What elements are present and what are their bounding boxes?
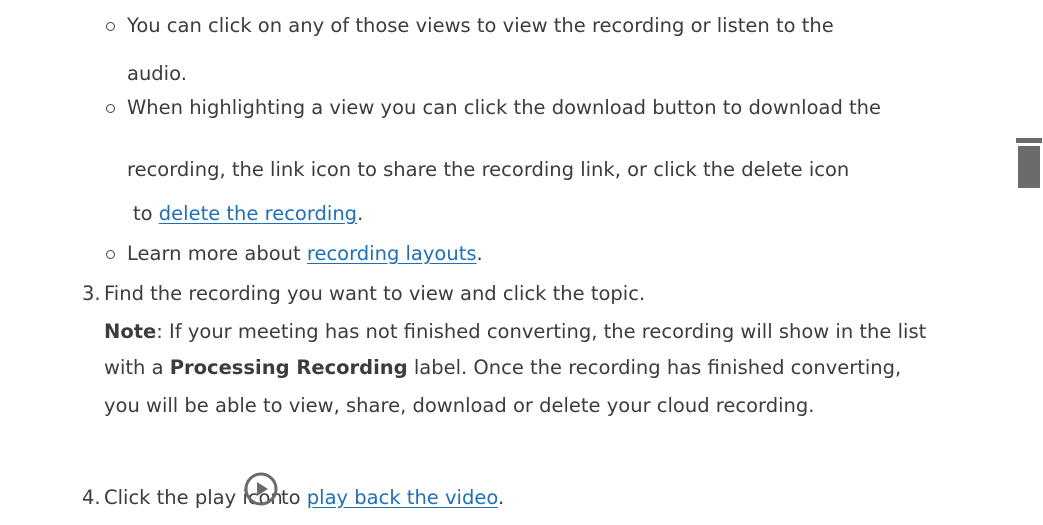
step-text: Find the recording you want to view and …	[104, 282, 646, 305]
bullet-text-fragment: to	[133, 202, 159, 225]
bullet-text: audio.	[127, 62, 187, 85]
note-text: you will be able to view, share, downloa…	[104, 394, 815, 417]
bullet-marker	[106, 22, 115, 31]
step-number: 3.	[82, 282, 101, 305]
trash-icon	[1016, 138, 1042, 188]
step-number: 4.	[82, 486, 101, 509]
step-text-fragment: to	[281, 486, 307, 509]
recording-layouts-link[interactable]: recording layouts	[307, 242, 477, 265]
bullet-marker	[106, 250, 115, 259]
note-text-fragment: label. Once the recording has finished c…	[407, 356, 902, 379]
note-text-fragment: with a	[104, 356, 170, 379]
bullet-text-fragment: .	[357, 202, 364, 225]
play-back-video-link[interactable]: play back the video	[307, 486, 498, 509]
bullet-text: When highlighting a view you can click t…	[127, 96, 882, 119]
bullet-text: You can click on any of those views to v…	[127, 14, 834, 37]
step-text: to play back the video.	[281, 480, 504, 516]
note-text: with a Processing Recording label. Once …	[104, 350, 901, 386]
note-text-fragment: : If your meeting has not finished conve…	[156, 320, 927, 343]
note-text: Note: If your meeting has not finished c…	[104, 314, 926, 350]
step-text-fragment: .	[497, 486, 505, 509]
play-icon	[244, 472, 278, 506]
bullet-text-fragment: .	[476, 242, 483, 265]
delete-recording-link[interactable]: delete the recording	[159, 202, 357, 225]
bullet-text: to delete the recording.	[133, 196, 363, 232]
bullet-text-fragment: Learn more about	[127, 242, 307, 265]
bullet-text: Learn more about recording layouts.	[127, 236, 483, 272]
note-label: Note	[104, 320, 157, 343]
processing-recording-label: Processing Recording	[169, 356, 408, 379]
bullet-text: recording, the link icon to share the re…	[127, 158, 850, 181]
bullet-marker	[106, 104, 115, 113]
